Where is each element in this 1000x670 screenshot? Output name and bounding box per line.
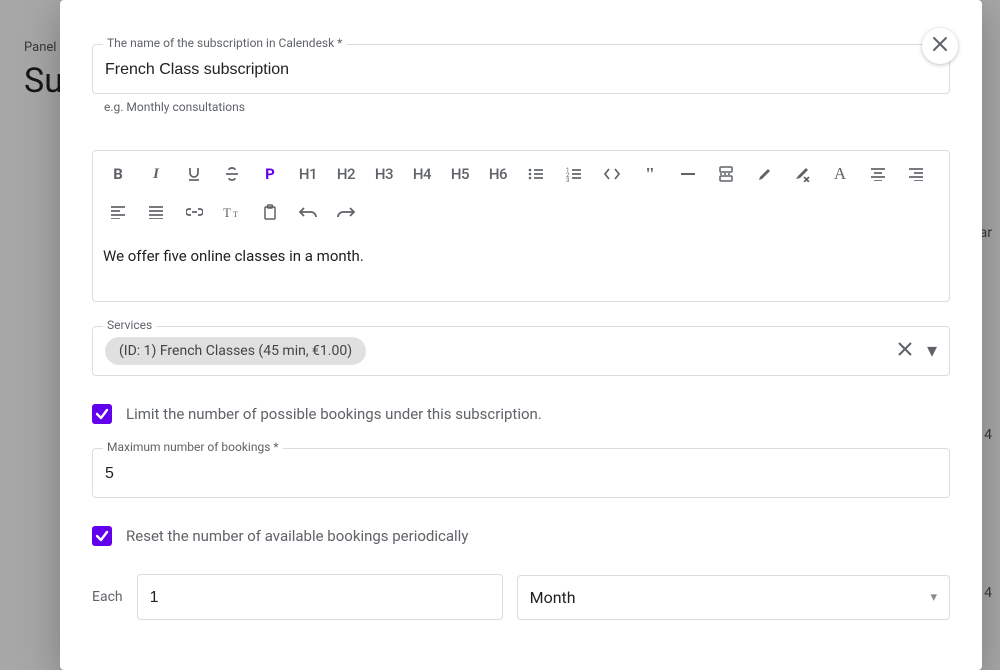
bold-icon: B [113, 165, 123, 183]
editor-toolbar: B I P H1 H2 H3 H4 H5 H6 123 " A [93, 151, 949, 233]
underline-icon [186, 166, 202, 182]
font-button[interactable]: A [829, 163, 851, 185]
ordered-list-button[interactable]: 123 [563, 163, 585, 185]
each-value-field [137, 574, 503, 620]
svg-text:T: T [223, 205, 231, 219]
bullet-list-icon [527, 166, 545, 182]
text-size-button[interactable]: TT [221, 201, 243, 223]
horizontal-rule-icon [680, 172, 696, 176]
align-left-icon [110, 205, 126, 219]
align-center-icon [870, 167, 886, 181]
check-icon [95, 407, 109, 421]
bold-button[interactable]: B [107, 163, 129, 185]
bullet-list-button[interactable] [525, 163, 547, 185]
quote-icon: " [645, 164, 655, 185]
h6-button[interactable]: H6 [487, 163, 509, 185]
limit-bookings-checkbox[interactable] [92, 404, 112, 424]
svg-text:T: T [233, 210, 238, 219]
pencil-icon [757, 167, 772, 182]
services-dropdown-button[interactable]: ▾ [927, 341, 937, 361]
chevron-down-icon: ▾ [927, 340, 937, 362]
each-label: Each [92, 589, 123, 605]
align-right-icon [908, 167, 924, 181]
max-bookings-label: Maximum number of bookings * [103, 440, 283, 454]
horizontal-rule-button[interactable] [677, 163, 699, 185]
description-editor: B I P H1 H2 H3 H4 H5 H6 123 " A [92, 150, 950, 302]
close-button[interactable] [922, 28, 958, 64]
h3-button[interactable]: H3 [373, 163, 395, 185]
align-center-button[interactable] [867, 163, 889, 185]
align-justify-icon [148, 205, 164, 219]
reset-bookings-label: Reset the number of available bookings p… [126, 527, 468, 545]
clear-format-icon [794, 167, 810, 182]
text-size-icon: TT [223, 205, 241, 219]
description-editor-content[interactable]: We offer five online classes in a month. [93, 233, 949, 301]
limit-bookings-row: Limit the number of possible bookings un… [92, 404, 950, 424]
each-unit-select[interactable]: Month ▾ [517, 575, 950, 620]
each-value-input[interactable] [150, 589, 490, 607]
each-unit-value: Month [530, 588, 576, 607]
max-bookings-input[interactable] [105, 465, 937, 483]
close-icon [932, 35, 948, 58]
italic-icon: I [153, 166, 159, 183]
subscription-name-label: The name of the subscription in Calendes… [103, 36, 346, 50]
services-label: Services [103, 318, 156, 332]
h5-button[interactable]: H5 [449, 163, 471, 185]
align-justify-button[interactable] [145, 201, 167, 223]
check-icon [95, 529, 109, 543]
page-break-button[interactable] [715, 163, 737, 185]
clear-format-button[interactable] [791, 163, 813, 185]
code-button[interactable] [601, 163, 623, 185]
link-icon [186, 207, 203, 217]
subscription-name-helper: e.g. Monthly consultations [104, 100, 950, 114]
close-icon [897, 340, 913, 362]
svg-text:3: 3 [566, 177, 569, 182]
reset-bookings-checkbox[interactable] [92, 526, 112, 546]
max-bookings-field: Maximum number of bookings * [92, 448, 950, 498]
services-field: Services (ID: 1) French Classes (45 min,… [92, 326, 950, 376]
align-left-button[interactable] [107, 201, 129, 223]
service-chip[interactable]: (ID: 1) French Classes (45 min, €1.00) [105, 337, 366, 365]
reset-bookings-row: Reset the number of available bookings p… [92, 526, 950, 546]
page-break-icon [718, 166, 734, 182]
h1-button[interactable]: H1 [297, 163, 319, 185]
clear-services-button[interactable] [897, 341, 913, 361]
subscription-dialog: The name of the subscription in Calendes… [60, 0, 982, 670]
chevron-down-icon: ▾ [930, 590, 937, 605]
link-button[interactable] [183, 201, 205, 223]
each-row: Each Month ▾ [92, 574, 950, 620]
redo-button[interactable] [335, 201, 357, 223]
align-right-button[interactable] [905, 163, 927, 185]
subscription-name-input[interactable] [105, 61, 937, 79]
strikethrough-icon [224, 166, 240, 182]
paste-button[interactable] [259, 201, 281, 223]
undo-icon [299, 206, 317, 218]
redo-icon [337, 206, 355, 218]
quote-button[interactable]: " [639, 163, 661, 185]
h4-button[interactable]: H4 [411, 163, 433, 185]
clipboard-icon [263, 204, 277, 220]
h2-button[interactable]: H2 [335, 163, 357, 185]
edit-button[interactable] [753, 163, 775, 185]
subscription-name-field: The name of the subscription in Calendes… [92, 44, 950, 114]
paragraph-button[interactable]: P [259, 163, 281, 185]
italic-button[interactable]: I [145, 163, 167, 185]
undo-button[interactable] [297, 201, 319, 223]
code-icon [603, 167, 621, 181]
limit-bookings-label: Limit the number of possible bookings un… [126, 405, 542, 423]
underline-button[interactable] [183, 163, 205, 185]
strikethrough-button[interactable] [221, 163, 243, 185]
ordered-list-icon: 123 [565, 166, 583, 182]
